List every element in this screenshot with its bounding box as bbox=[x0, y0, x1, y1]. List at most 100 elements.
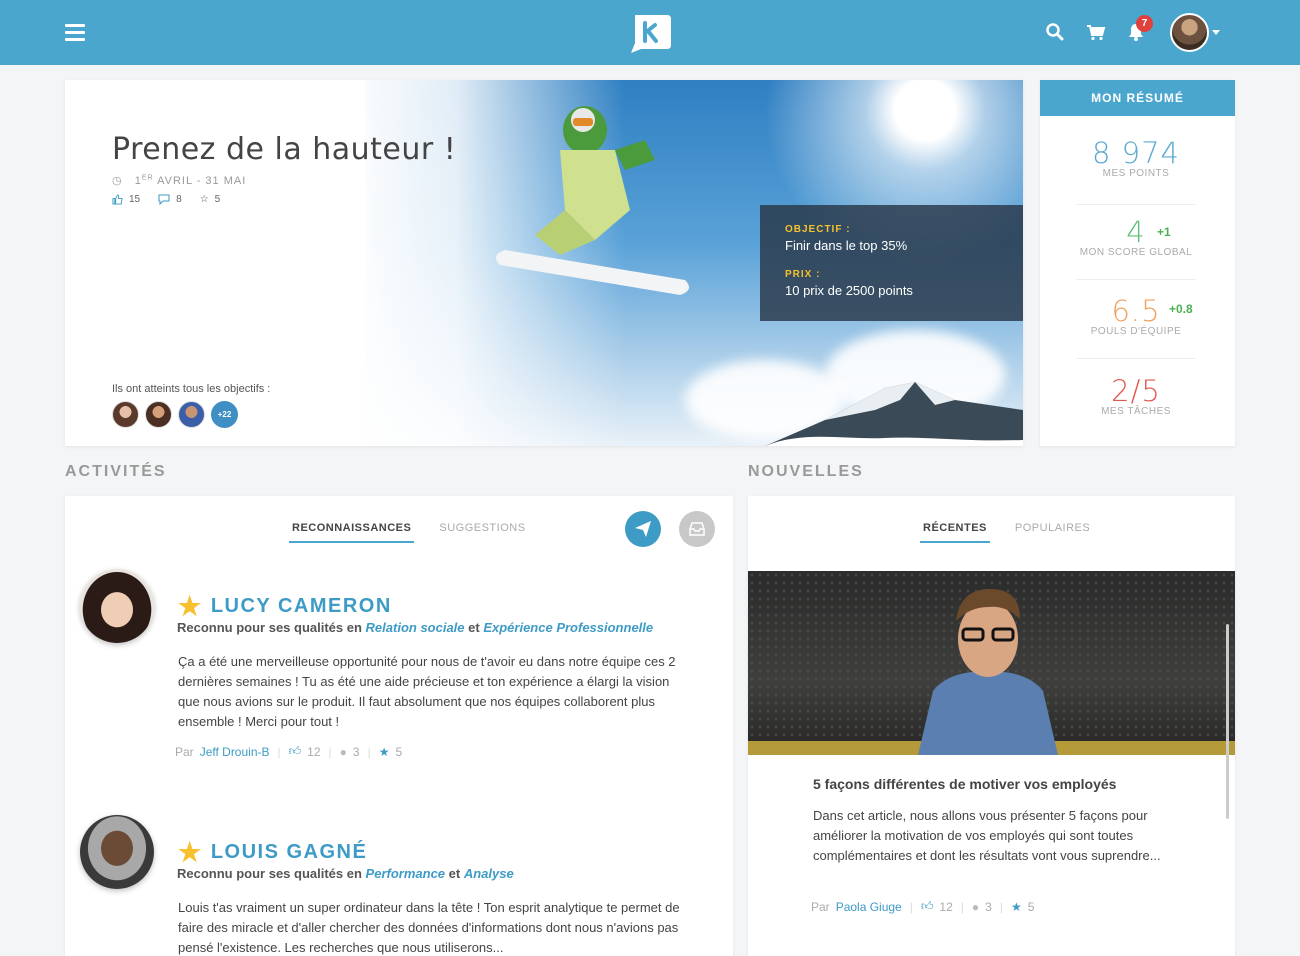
likes-count: 12 bbox=[307, 744, 321, 759]
recipient-name[interactable]: ★ LOUIS GAGNÉ bbox=[178, 837, 367, 868]
summary-points[interactable]: 8 974 MES POINTS bbox=[1076, 136, 1196, 179]
star-icon[interactable]: ★ bbox=[1011, 900, 1022, 914]
star-outline-icon: ☆ bbox=[199, 194, 209, 205]
stars-count: 5 bbox=[395, 744, 403, 759]
summary-global-score[interactable]: 4 MON SCORE GLOBAL bbox=[1076, 215, 1196, 258]
challenge-stats: 15 8 ☆ 5 bbox=[112, 194, 220, 205]
quality-tag[interactable]: Expérience Professionnelle bbox=[483, 620, 653, 635]
tab-recognitions[interactable]: RECONNAISSANCES bbox=[289, 522, 415, 543]
inbox-button[interactable] bbox=[679, 511, 715, 547]
clock-icon: ◷ bbox=[112, 175, 123, 187]
divider bbox=[1076, 358, 1196, 359]
meta-separator: | bbox=[909, 899, 913, 914]
prize-label: PRIX : bbox=[785, 269, 821, 280]
article-photo bbox=[748, 571, 1235, 755]
star-icon: ★ bbox=[178, 837, 203, 867]
qualities-prefix: Reconnu pour ses qualités en bbox=[177, 620, 366, 635]
meta-separator: | bbox=[999, 899, 1003, 914]
comment-icon[interactable]: ● bbox=[340, 745, 347, 759]
tab-recent[interactable]: RÉCENTES bbox=[920, 522, 990, 543]
tab-popular[interactable]: POPULAIRES bbox=[1012, 522, 1093, 543]
star-icon[interactable]: ★ bbox=[379, 745, 390, 759]
global-score-value: 4 bbox=[1126, 215, 1146, 249]
quality-tag[interactable]: Analyse bbox=[464, 866, 514, 881]
recognition-item: ★ LOUIS GAGNÉ Reconnu pour ses qualités … bbox=[80, 815, 720, 956]
avatar[interactable] bbox=[178, 401, 205, 428]
search-icon[interactable] bbox=[1045, 22, 1065, 42]
date-ordinal: ER bbox=[141, 174, 154, 182]
comments-count: 3 bbox=[352, 744, 360, 759]
objective-label: OBJECTIF : bbox=[785, 224, 851, 235]
thumbs-up-icon[interactable]: 👍︎ bbox=[921, 899, 934, 914]
objective-panel: OBJECTIF : Finir dans le top 35% PRIX : … bbox=[760, 205, 1023, 321]
recipient-name[interactable]: ★ LUCY CAMERON bbox=[178, 591, 392, 622]
recognition-qualities: Reconnu pour ses qualités en Performance… bbox=[177, 866, 514, 881]
avatar[interactable] bbox=[80, 815, 154, 889]
challenge-comments[interactable]: 8 bbox=[158, 194, 182, 205]
mountain-image bbox=[765, 382, 1023, 446]
meta-separator: | bbox=[960, 899, 964, 914]
global-score-delta: +1 bbox=[1157, 225, 1171, 239]
author-link[interactable]: Paola Giuge bbox=[836, 900, 902, 914]
summary-tasks[interactable]: 2/5 MES TÂCHES bbox=[1076, 374, 1196, 417]
thumbs-up-icon[interactable]: 👍︎ bbox=[289, 744, 302, 759]
qualities-joiner: et bbox=[445, 866, 464, 881]
challenge-stars[interactable]: ☆ 5 bbox=[200, 194, 221, 205]
meta-separator: | bbox=[367, 744, 371, 759]
more-achievers-badge[interactable]: +22 bbox=[211, 401, 238, 428]
meta-separator: | bbox=[328, 744, 332, 759]
paper-plane-icon bbox=[635, 521, 651, 537]
activities-panel: RECONNAISSANCES SUGGESTIONS ★ LUCY CAMER… bbox=[65, 496, 733, 956]
article-image[interactable] bbox=[748, 571, 1235, 755]
date-start-day: 1 bbox=[134, 175, 142, 187]
star-icon: ★ bbox=[178, 591, 203, 621]
cart-icon[interactable] bbox=[1086, 22, 1106, 42]
quality-tag[interactable]: Relation sociale bbox=[366, 620, 465, 635]
avatar[interactable] bbox=[145, 401, 172, 428]
chevron-down-icon[interactable] bbox=[1212, 30, 1220, 35]
by-label: Par bbox=[175, 744, 194, 759]
menu-icon[interactable] bbox=[65, 24, 85, 42]
achievers-list: +22 bbox=[112, 401, 238, 428]
recognition-item: ★ LUCY CAMERON Reconnu pour ses qualités… bbox=[80, 569, 720, 769]
prize-value: 10 prix de 2500 points bbox=[785, 283, 913, 298]
likes-count: 12 bbox=[939, 899, 953, 914]
comment-icon[interactable]: ● bbox=[972, 900, 979, 914]
article-title[interactable]: 5 façons différentes de motiver vos empl… bbox=[813, 776, 1116, 792]
summary-panel: MON RÉSUMÉ 8 974 MES POINTS 4 MON SCORE … bbox=[1040, 80, 1235, 446]
news-tabs: RÉCENTES POPULAIRES bbox=[920, 522, 1093, 543]
comment-icon bbox=[158, 194, 170, 205]
thumbs-up-icon bbox=[112, 194, 123, 205]
activities-section-title: ACTIVITÉS bbox=[65, 463, 167, 480]
qualities-joiner: et bbox=[464, 620, 484, 635]
snowboarder-image bbox=[496, 106, 689, 295]
tasks-label: MES TÂCHES bbox=[1101, 406, 1171, 417]
recipient-name-text: LUCY CAMERON bbox=[210, 595, 392, 617]
logo-icon[interactable] bbox=[629, 13, 673, 53]
user-avatar[interactable] bbox=[1170, 13, 1209, 52]
news-section-title: NOUVELLES bbox=[748, 463, 864, 480]
avatar[interactable] bbox=[112, 401, 139, 428]
article-meta: Par Paola Giuge | 👍︎ 12 | ● 3 | ★ 5 bbox=[811, 899, 1034, 914]
comments-count: 3 bbox=[985, 899, 992, 914]
avatar[interactable] bbox=[80, 569, 154, 643]
summary-title: MON RÉSUMÉ bbox=[1040, 80, 1235, 116]
recipient-name-text: LOUIS GAGNÉ bbox=[210, 841, 368, 863]
divider bbox=[1076, 279, 1196, 280]
by-label: Par bbox=[811, 899, 830, 914]
challenge-title: Prenez de la hauteur ! bbox=[112, 132, 457, 167]
tab-suggestions[interactable]: SUGGESTIONS bbox=[436, 522, 528, 543]
global-score-label: MON SCORE GLOBAL bbox=[1079, 247, 1193, 258]
challenge-likes[interactable]: 15 bbox=[112, 194, 140, 205]
challenge-banner[interactable]: Prenez de la hauteur ! ◷ 1ER AVRIL - 31 … bbox=[65, 80, 1023, 446]
stars-count: 5 bbox=[214, 194, 221, 205]
tasks-value: 2/5 bbox=[1111, 374, 1161, 408]
author-link[interactable]: Jeff Drouin-B bbox=[200, 745, 270, 759]
comments-count: 8 bbox=[176, 194, 182, 205]
objective-value: Finir dans le top 35% bbox=[785, 238, 908, 253]
recognition-message: Louis t'as vraiment un super ordinateur … bbox=[178, 900, 680, 955]
quality-tag[interactable]: Performance bbox=[366, 866, 445, 881]
scrollbar[interactable] bbox=[1226, 624, 1229, 819]
send-recognition-button[interactable] bbox=[625, 511, 661, 547]
recognition-message: Ça a été une merveilleuse opportunité po… bbox=[178, 654, 676, 729]
